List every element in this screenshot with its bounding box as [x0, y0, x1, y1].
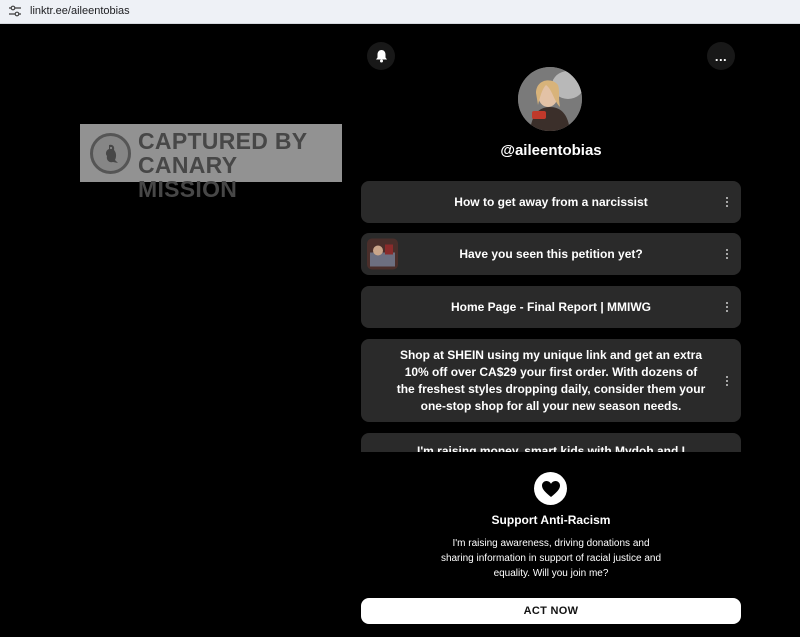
watermark-line2: CANARY MISSION	[138, 152, 238, 202]
petition-thumbnail	[367, 238, 398, 270]
campaign-badge	[534, 472, 567, 505]
address-bar[interactable]: linktr.ee/aileentobias	[0, 0, 800, 24]
campaign-title: Support Anti-Racism	[491, 513, 611, 527]
more-options-button[interactable]: ...	[707, 42, 735, 70]
link-label: Home Page - Final Report | MMIWG	[450, 299, 652, 314]
bell-icon	[375, 50, 387, 63]
link-card[interactable]: Home Page - Final Report | MMIWG	[361, 286, 741, 328]
link-label: I'm raising money, smart kids with Mydoh…	[416, 444, 685, 452]
watermark-line1: CAPTURED BY	[138, 128, 308, 154]
avatar	[518, 67, 582, 131]
canary-seal-logo	[90, 133, 131, 174]
kebab-menu-icon[interactable]	[725, 375, 729, 386]
kebab-menu-icon[interactable]	[725, 249, 729, 259]
link-card[interactable]: Have you seen this petition yet?	[361, 233, 741, 275]
kebab-menu-icon[interactable]	[725, 197, 729, 207]
subscribe-bell-button[interactable]	[367, 42, 395, 70]
page-body: CAPTURED BY CANARY MISSION ... @aileento…	[0, 25, 800, 637]
heart-icon	[541, 480, 560, 497]
link-label: Shop at SHEIN using my unique link and g…	[396, 347, 706, 413]
link-card[interactable]: I'm raising money, smart kids with Mydoh…	[361, 433, 741, 452]
link-label: How to get away from a narcissist	[454, 194, 648, 209]
link-card[interactable]: How to get away from a narcissist	[361, 181, 741, 223]
campaign-description: I'm raising awareness, driving donations…	[440, 538, 662, 579]
canary-mission-watermark: CAPTURED BY CANARY MISSION	[80, 124, 342, 201]
link-label: Have you seen this petition yet?	[459, 246, 643, 261]
link-card[interactable]: Shop at SHEIN using my unique link and g…	[361, 339, 741, 422]
url-text[interactable]: linktr.ee/aileentobias	[30, 4, 130, 18]
links-list[interactable]: How to get away from a narcissist Have y…	[361, 181, 741, 452]
profile-handle: @aileentobias	[500, 142, 602, 159]
tune-icon[interactable]	[9, 5, 21, 17]
kebab-menu-icon[interactable]	[725, 302, 729, 312]
act-now-button[interactable]: ACT NOW	[361, 598, 741, 624]
more-horizontal-icon: ...	[714, 48, 728, 64]
